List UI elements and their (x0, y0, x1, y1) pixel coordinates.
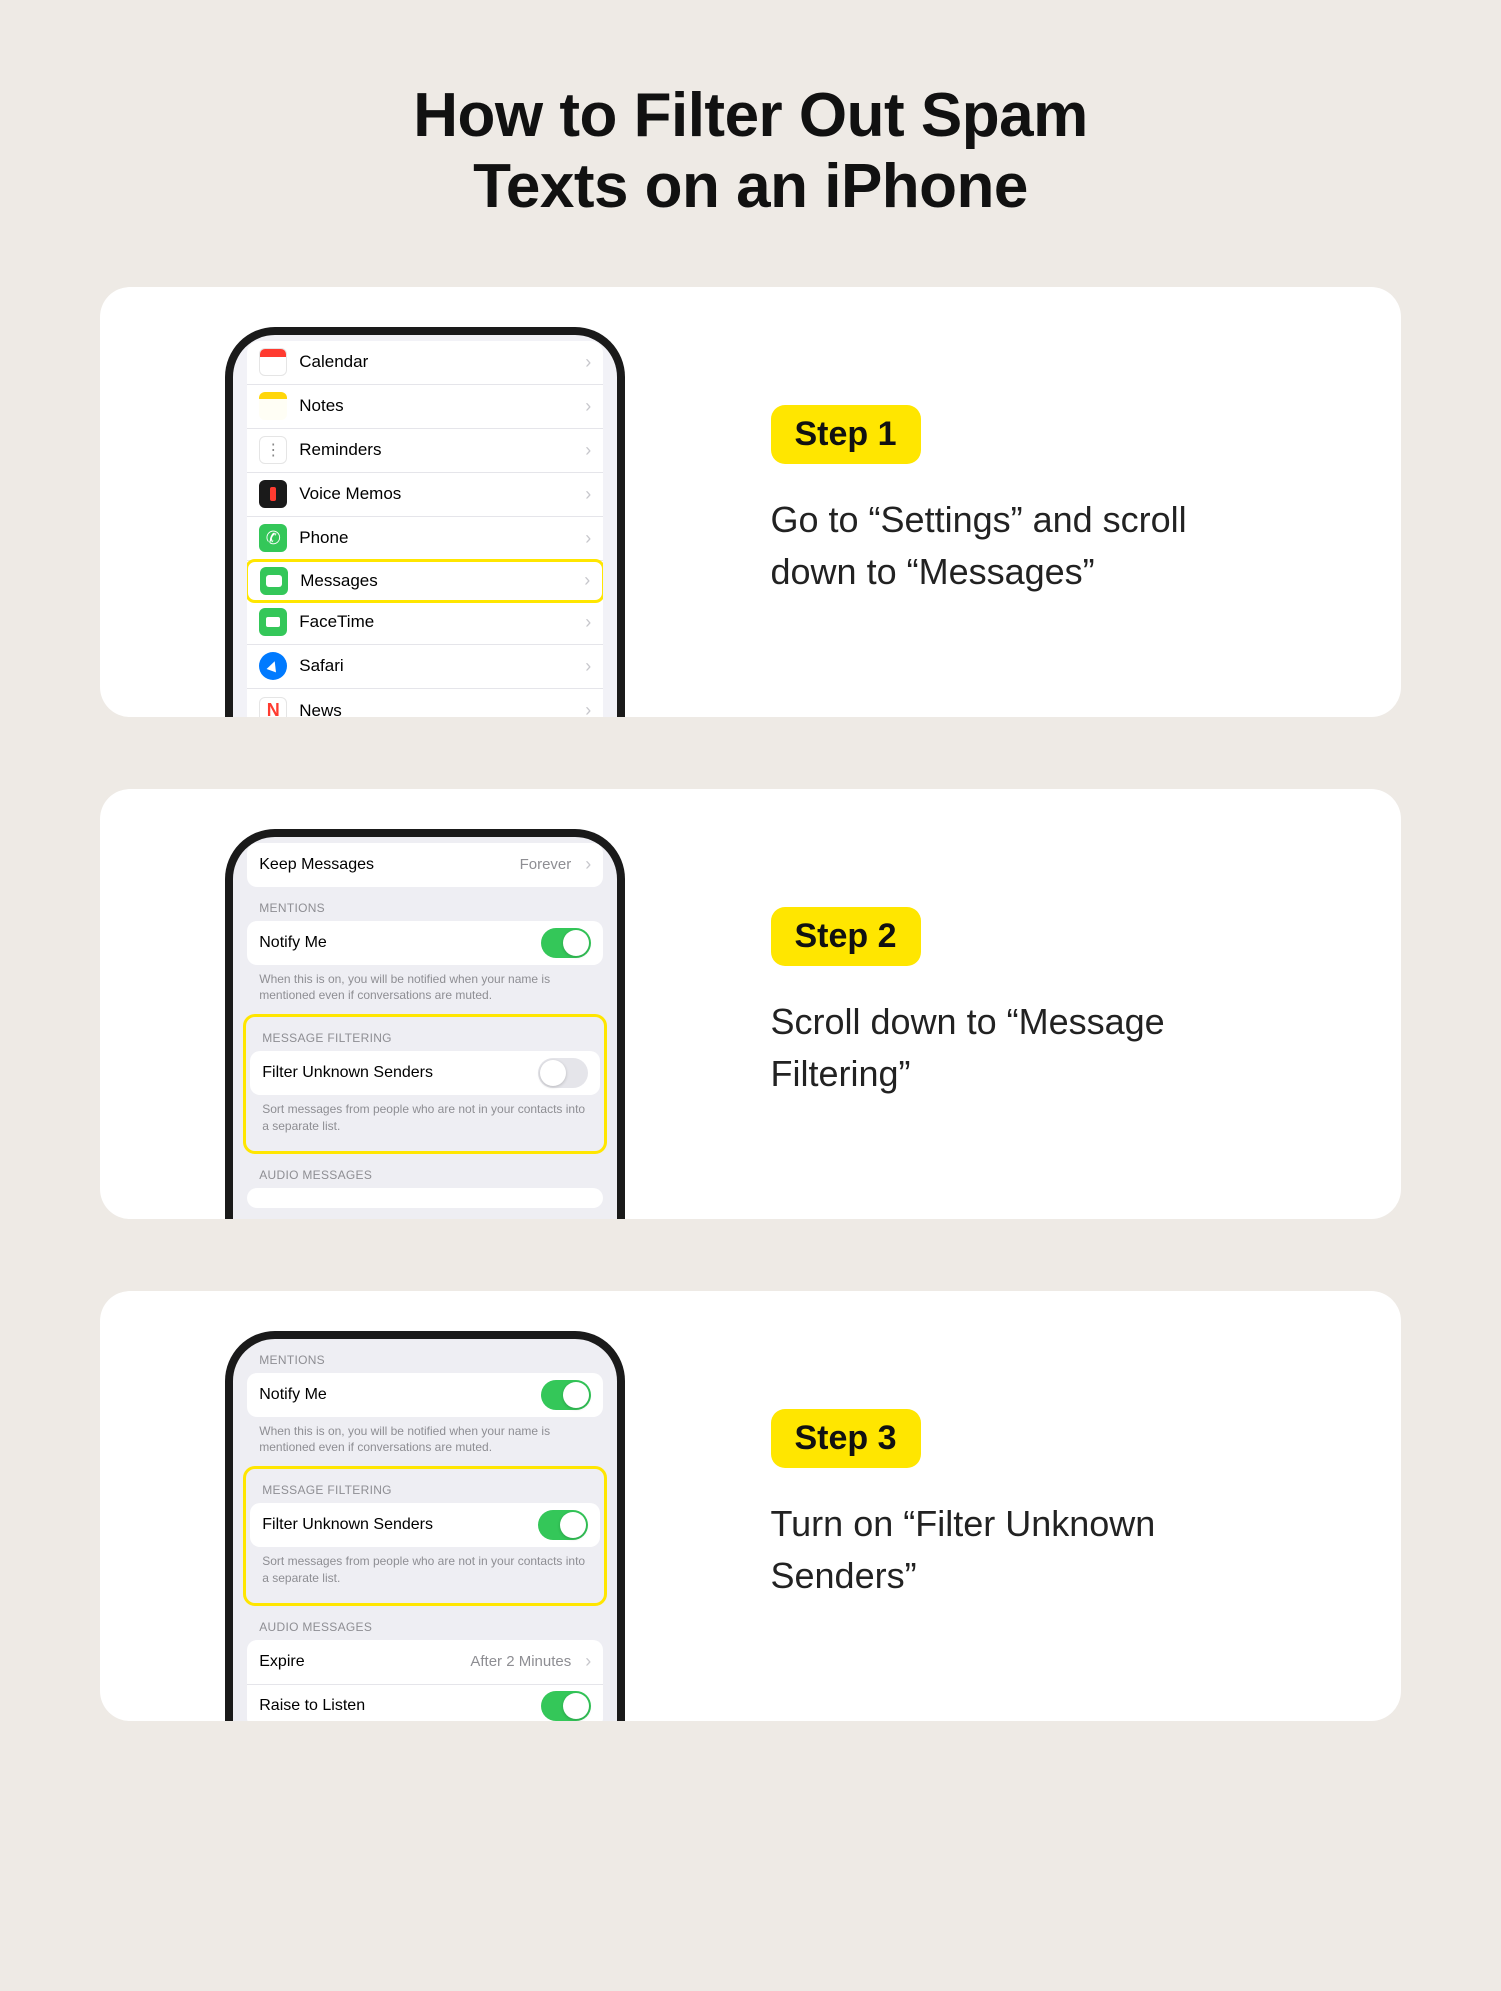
row-label: Reminders (299, 440, 573, 460)
step-3-phone-col: MENTIONS Notify Me When this is on, you … (100, 1291, 751, 1721)
safari-icon (259, 652, 287, 680)
filter-unknown-row[interactable]: Filter Unknown Senders (250, 1503, 600, 1547)
row-label: Messages (300, 571, 572, 591)
row-label: Phone (299, 528, 573, 548)
filtering-header: MESSAGE FILTERING (246, 1017, 604, 1051)
phone-icon (259, 524, 287, 552)
filter-unknown-toggle[interactable] (538, 1510, 588, 1540)
audio-header: AUDIO MESSAGES (233, 1154, 617, 1188)
chevron-right-icon: › (585, 612, 591, 633)
mentions-footer: When this is on, you will be notified wh… (233, 965, 617, 1015)
settings-row-calendar[interactable]: Calendar › (247, 341, 603, 385)
page-title: How to Filter Out Spam Texts on an iPhon… (100, 80, 1401, 223)
title-line-1: How to Filter Out Spam (413, 81, 1087, 150)
step-1-card: Calendar › Notes › Reminders › (100, 287, 1401, 717)
step-1-phone-col: Calendar › Notes › Reminders › (100, 287, 751, 717)
filter-unknown-toggle[interactable] (538, 1058, 588, 1088)
settings-row-reminders[interactable]: Reminders › (247, 429, 603, 473)
notify-me-row[interactable]: Notify Me (247, 1373, 603, 1417)
settings-app-list: Calendar › Notes › Reminders › (247, 341, 603, 717)
step-badge: Step 3 (771, 1409, 921, 1468)
raise-to-listen-row[interactable]: Raise to Listen (247, 1684, 603, 1721)
reminders-icon (259, 436, 287, 464)
settings-row-voice-memos[interactable]: Voice Memos › (247, 473, 603, 517)
row-label: Filter Unknown Senders (262, 1516, 528, 1534)
step-description: Turn on “Filter Unknown Senders” (771, 1498, 1251, 1602)
chevron-right-icon: › (585, 854, 591, 875)
step-badge: Step 2 (771, 907, 921, 966)
step-description: Scroll down to “Message Filtering” (771, 996, 1251, 1100)
notify-me-toggle[interactable] (541, 1380, 591, 1410)
phone-frame: MENTIONS Notify Me When this is on, you … (225, 1331, 625, 1721)
row-label: Calendar (299, 352, 573, 372)
step-badge: Step 1 (771, 405, 921, 464)
row-label: Voice Memos (299, 484, 573, 504)
settings-row-safari[interactable]: Safari › (247, 645, 603, 689)
settings-row-messages[interactable]: Messages › (247, 559, 603, 603)
chevron-right-icon: › (585, 352, 591, 373)
title-line-2: Texts on an iPhone (473, 152, 1028, 221)
chevron-right-icon: › (585, 484, 591, 505)
step-1-text: Step 1 Go to “Settings” and scroll down … (751, 287, 1402, 717)
step-description: Go to “Settings” and scroll down to “Mes… (771, 494, 1251, 598)
filtering-header: MESSAGE FILTERING (246, 1469, 604, 1503)
row-label: Expire (259, 1653, 460, 1671)
chevron-right-icon: › (585, 656, 591, 677)
row-value: After 2 Minutes (470, 1653, 571, 1670)
raise-to-listen-toggle[interactable] (541, 1691, 591, 1720)
facetime-icon (259, 608, 287, 636)
row-label: FaceTime (299, 612, 573, 632)
audio-header: AUDIO MESSAGES (233, 1606, 617, 1640)
filter-unknown-row[interactable]: Filter Unknown Senders (250, 1051, 600, 1095)
mentions-header: MENTIONS (233, 1345, 617, 1373)
audio-row-peek (247, 1188, 603, 1208)
news-icon (259, 697, 287, 717)
step-2-text: Step 2 Scroll down to “Message Filtering… (751, 789, 1402, 1219)
settings-row-facetime[interactable]: FaceTime › (247, 601, 603, 645)
step-3-text: Step 3 Turn on “Filter Unknown Senders” (751, 1291, 1402, 1721)
message-filtering-highlight: MESSAGE FILTERING Filter Unknown Senders… (243, 1014, 607, 1154)
filtering-footer: Sort messages from people who are not in… (246, 1547, 604, 1597)
row-label: Notify Me (259, 1386, 531, 1404)
row-label: Notify Me (259, 934, 531, 952)
calendar-icon (259, 348, 287, 376)
chevron-right-icon: › (585, 528, 591, 549)
row-value: Forever (520, 856, 572, 873)
notes-icon (259, 392, 287, 420)
chevron-right-icon: › (585, 396, 591, 417)
settings-row-news[interactable]: News › (247, 689, 603, 717)
row-label: Safari (299, 656, 573, 676)
messages-icon (260, 567, 288, 595)
mentions-footer: When this is on, you will be notified wh… (233, 1417, 617, 1467)
row-label: Keep Messages (259, 856, 509, 874)
step-2-phone-col: Keep Messages Forever › MENTIONS Notify … (100, 789, 751, 1219)
row-label: Filter Unknown Senders (262, 1064, 528, 1082)
phone-frame: Keep Messages Forever › MENTIONS Notify … (225, 829, 625, 1219)
row-label: Raise to Listen (259, 1697, 531, 1715)
settings-row-notes[interactable]: Notes › (247, 385, 603, 429)
step-2-card: Keep Messages Forever › MENTIONS Notify … (100, 789, 1401, 1219)
voice-memos-icon (259, 480, 287, 508)
notify-me-row[interactable]: Notify Me (247, 921, 603, 965)
phone-frame: Calendar › Notes › Reminders › (225, 327, 625, 717)
step-3-card: MENTIONS Notify Me When this is on, you … (100, 1291, 1401, 1721)
row-label: News (299, 701, 573, 717)
message-filtering-highlight: MESSAGE FILTERING Filter Unknown Senders… (243, 1466, 607, 1606)
mentions-header: MENTIONS (233, 887, 617, 921)
filtering-footer: Sort messages from people who are not in… (246, 1095, 604, 1145)
settings-row-phone[interactable]: Phone › (247, 517, 603, 561)
expire-row[interactable]: Expire After 2 Minutes › (247, 1640, 603, 1684)
chevron-right-icon: › (585, 1651, 591, 1672)
chevron-right-icon: › (584, 570, 590, 591)
keep-messages-row[interactable]: Keep Messages Forever › (247, 843, 603, 887)
row-label: Notes (299, 396, 573, 416)
chevron-right-icon: › (585, 700, 591, 717)
notify-me-toggle[interactable] (541, 928, 591, 958)
chevron-right-icon: › (585, 440, 591, 461)
